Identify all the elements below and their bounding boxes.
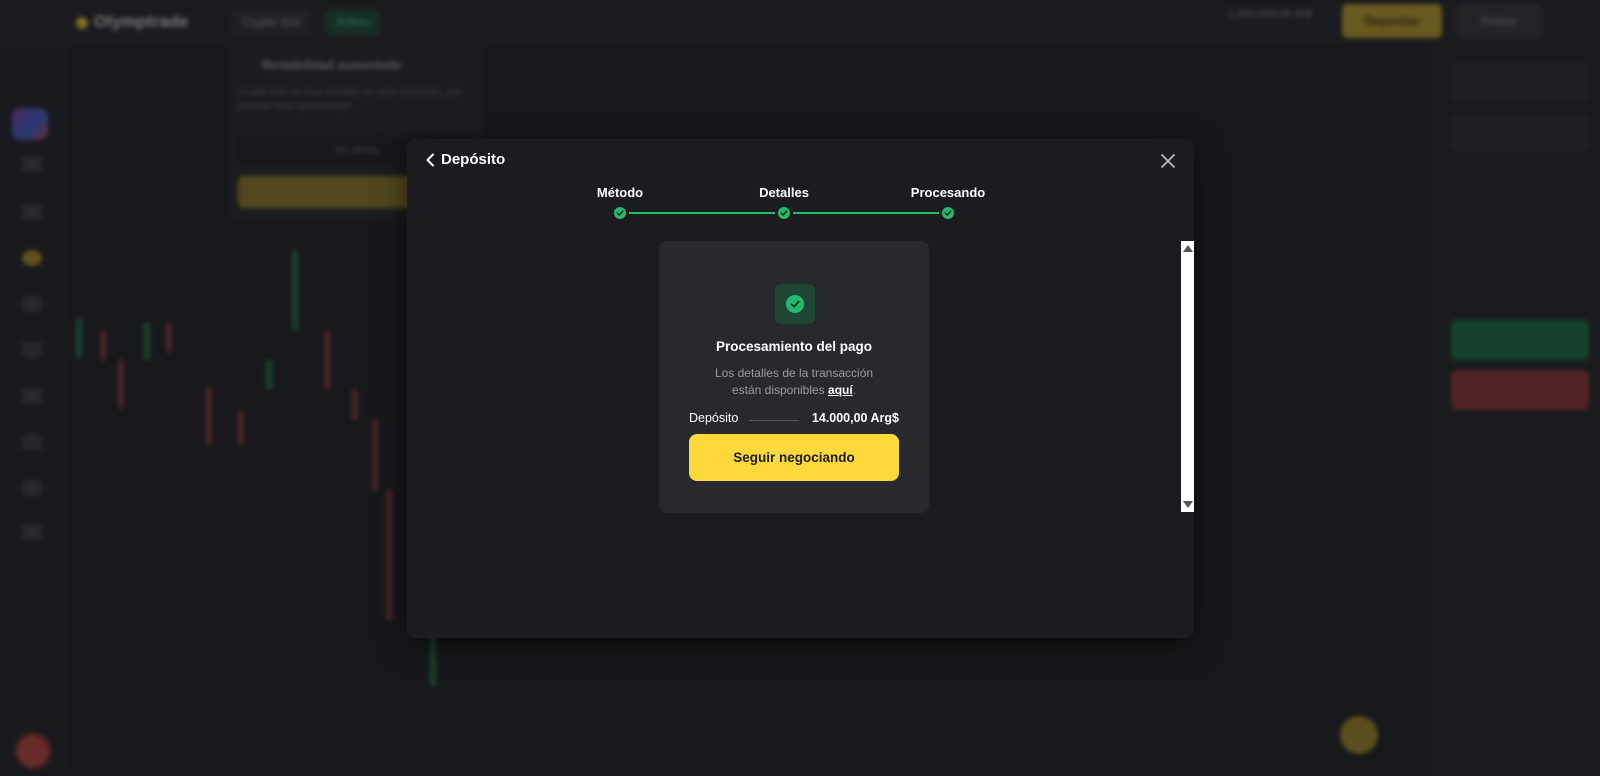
scroll-down-arrow-icon[interactable]: [1183, 501, 1193, 508]
amount-row: Depósito 14.000,00 Arg$: [689, 411, 899, 429]
amount-divider: [749, 420, 799, 421]
step-check-icon: [614, 207, 626, 219]
check-circle-icon: [786, 295, 804, 313]
back-button[interactable]: Depósito: [425, 151, 505, 168]
payment-status-card: Procesamiento del pago Los detalles de l…: [659, 241, 929, 513]
close-icon[interactable]: [1160, 153, 1176, 169]
step-label-method: Método: [596, 185, 644, 200]
scrollbar[interactable]: [1181, 241, 1194, 512]
chevron-left-icon: [426, 153, 434, 166]
step-check-icon: [778, 207, 790, 219]
continue-trading-button[interactable]: Seguir negociando: [689, 434, 899, 481]
deposit-modal: Depósito Método Detalles Procesando Proc…: [407, 139, 1194, 638]
card-description: Los detalles de la transacción están dis…: [659, 365, 929, 399]
amount-label: Depósito: [689, 411, 739, 425]
step-connector: [793, 212, 939, 214]
amount-value: 14.000,00 Arg$: [811, 411, 899, 425]
step-check-icon: [942, 207, 954, 219]
scroll-up-arrow-icon[interactable]: [1183, 245, 1193, 252]
description-line-2: están disponibles: [731, 383, 825, 397]
modal-title: Depósito: [441, 151, 506, 168]
step-label-processing: Procesando: [910, 185, 986, 200]
status-badge: [775, 284, 815, 324]
step-connector: [629, 212, 775, 214]
card-title: Procesamiento del pago: [715, 339, 873, 354]
description-period: .: [852, 383, 857, 397]
description-line-1: Los detalles de la transacción: [714, 366, 874, 380]
transaction-details-link[interactable]: aquí: [828, 383, 853, 397]
step-label-details: Detalles: [759, 185, 809, 200]
